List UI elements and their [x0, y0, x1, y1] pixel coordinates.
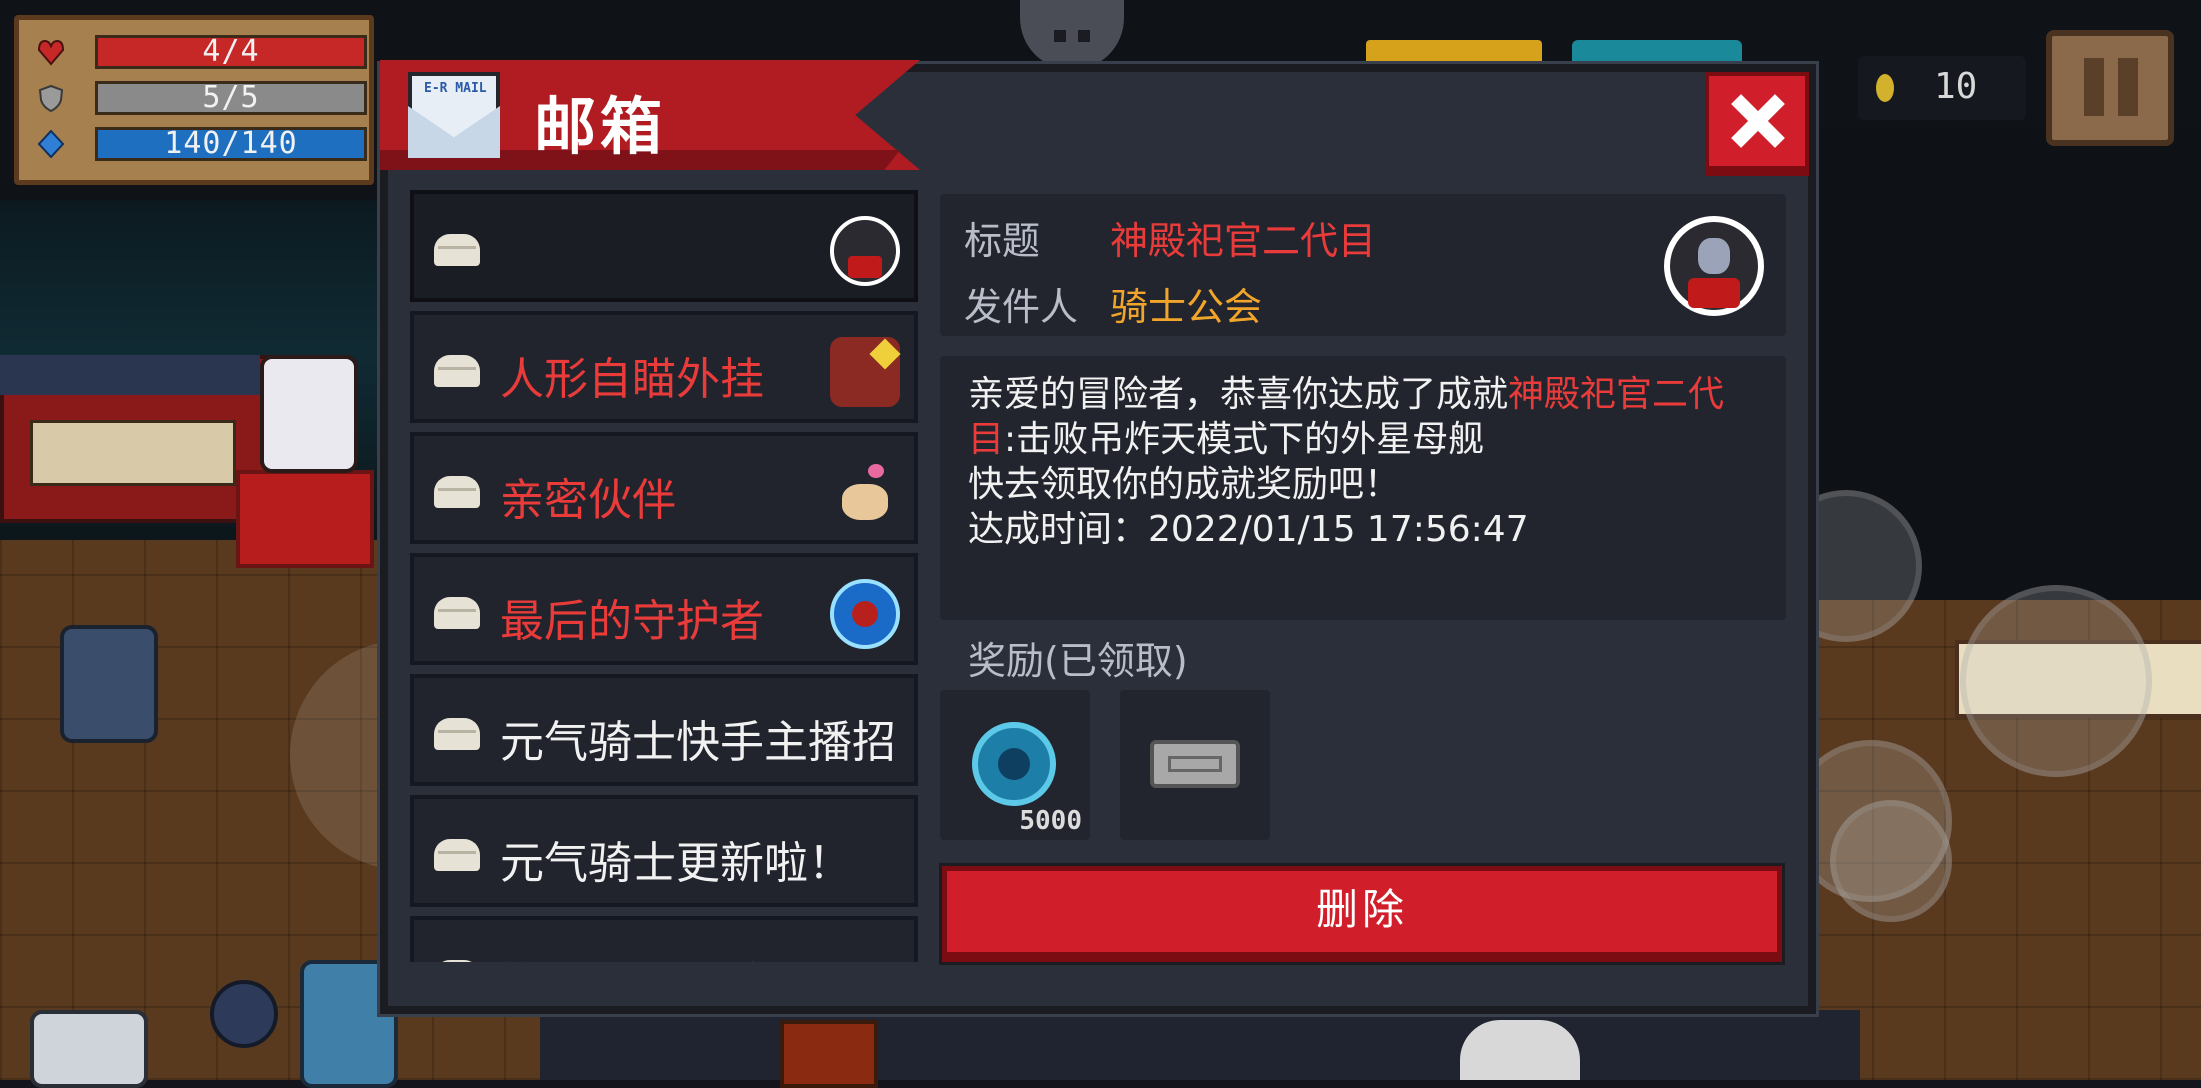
- subject-label: 标题: [964, 219, 1041, 263]
- armor-row: 5/5: [27, 78, 367, 118]
- body-suffix: :击败吊炸天模式下的外星母舰: [1004, 419, 1485, 460]
- heart-icon: [37, 39, 65, 66]
- npc-knight: [60, 625, 158, 743]
- envelope-flap: [408, 106, 500, 158]
- ticket-icon: [1150, 740, 1240, 788]
- mail-item[interactable]: 元气骑士更新啦！: [410, 795, 918, 907]
- avatar-icon: [830, 216, 900, 286]
- weapon-swap-button[interactable]: [1960, 585, 2152, 777]
- mail-item[interactable]: [410, 190, 918, 302]
- npc-merchant: [260, 355, 358, 473]
- pet-icon: [830, 458, 900, 528]
- sender-avatar: [1664, 216, 1764, 316]
- mail-detail-header: 标题 神殿祀官二代目 发件人 骑士公会: [940, 194, 1786, 336]
- bottom-crate: [780, 1020, 878, 1088]
- envelope-icon: [434, 960, 480, 962]
- emote-eye-icon: [1078, 30, 1090, 42]
- body-line-time: 达成时间：2022/01/15 17:56:47: [968, 509, 1529, 550]
- mail-subject: 元气骑士快手主播招: [500, 717, 896, 768]
- sender-value: 骑士公会: [1110, 285, 1263, 329]
- health-bar: 4/4: [95, 35, 367, 69]
- mail-list[interactable]: 人形自瞄外挂亲密伙伴最后的守护者元气骑士快手主播招元气骑士更新啦！ 签到福利来啦！: [410, 190, 918, 962]
- shop-stall-sign: [30, 420, 236, 486]
- pot: [210, 980, 278, 1048]
- mailbox-title: 邮箱: [534, 90, 667, 163]
- pause-icon: [2084, 58, 2104, 116]
- mail-body: 亲爱的冒险者，恭喜你达成了成就神殿祀官二代目:击败吊炸天模式下的外星母舰 快去领…: [940, 356, 1786, 620]
- close-button[interactable]: [1705, 72, 1809, 176]
- envelope-icon: [434, 355, 480, 387]
- mail-icon-label: E-R MAIL: [424, 81, 487, 96]
- energy-value: 140/140: [164, 126, 298, 161]
- health-value: 4/4: [202, 34, 260, 69]
- health-row: 4/4: [27, 32, 367, 72]
- envelope-icon: [434, 718, 480, 750]
- mail-subject: 签到福利来啦！: [500, 948, 910, 962]
- reward-item-ticket: [1120, 690, 1270, 840]
- coin-icon: [1876, 74, 1894, 102]
- reward-item-gems: 5000: [940, 690, 1090, 840]
- sender-label: 发件人: [964, 285, 1079, 329]
- mail-item[interactable]: 签到福利来啦！: [410, 916, 918, 962]
- subject-value: 神殿祀官二代目: [1110, 219, 1377, 263]
- energy-bar: 140/140: [95, 127, 367, 161]
- player-stats-panel: 4/4 5/5 140/140: [14, 15, 374, 185]
- energy-crystal-icon: [37, 130, 65, 158]
- envelope-icon: [434, 839, 480, 871]
- shield-icon: [38, 84, 64, 112]
- robot-icon: [830, 337, 900, 407]
- mail-body-text: 亲爱的冒险者，恭喜你达成了成就神殿祀官二代目:击败吊炸天模式下的外星母舰 快去领…: [968, 372, 1768, 552]
- red-table: [236, 470, 374, 568]
- gem-icon: [972, 722, 1056, 806]
- mail-item[interactable]: 最后的守护者: [410, 553, 918, 665]
- body-prefix: 亲爱的冒险者，恭喜你达成了成就: [968, 374, 1509, 415]
- body-line-claim: 快去领取你的成就奖励吧！: [968, 464, 1401, 505]
- shop-stall-roof: [0, 355, 260, 395]
- envelope-icon: [434, 597, 480, 629]
- mail-item[interactable]: 亲密伙伴: [410, 432, 918, 544]
- armor-value: 5/5: [202, 80, 260, 115]
- pause-icon: [2118, 58, 2138, 116]
- reward-label: 奖励(已领取): [968, 639, 1188, 683]
- bottom-counter: [540, 1010, 1860, 1080]
- npc-beast: [30, 1010, 148, 1088]
- coin-counter: 10: [1858, 56, 2026, 120]
- envelope-icon: [434, 234, 480, 266]
- envelope-icon: [434, 476, 480, 508]
- mail-subject: 元气骑士更新啦！: [500, 838, 852, 889]
- energy-row: 140/140: [27, 124, 367, 164]
- coin-value: 10: [1934, 66, 1978, 107]
- reward-count: 5000: [1019, 806, 1082, 836]
- bottom-device: [1460, 1020, 1580, 1080]
- orb-icon: [830, 579, 900, 649]
- mail-item[interactable]: 人形自瞄外挂: [410, 311, 918, 423]
- delete-button[interactable]: 删除: [942, 866, 1782, 962]
- armor-bar: 5/5: [95, 81, 367, 115]
- attack-button-inner[interactable]: [1830, 800, 1952, 922]
- pause-button[interactable]: [2046, 30, 2174, 146]
- emote-eye-icon: [1054, 30, 1066, 42]
- mail-envelope-icon: E-R MAIL: [408, 72, 500, 158]
- mail-item[interactable]: 元气骑士快手主播招: [410, 674, 918, 786]
